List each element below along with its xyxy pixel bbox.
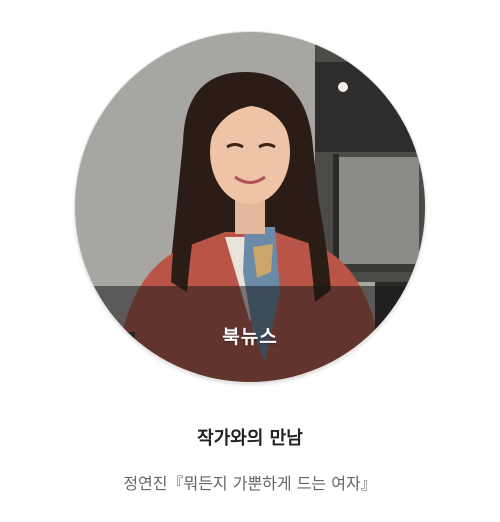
window-glass — [337, 157, 419, 267]
author-photo-thumbnail[interactable]: 북뉴스 — [75, 32, 425, 382]
book-news-card[interactable]: 북뉴스 작가와의 만남 정연진『뭐든지 가뿐하게 드는 여자』 — [0, 0, 500, 522]
ceiling-light — [338, 82, 348, 92]
card-subtitle[interactable]: 정연진『뭐든지 가뿐하게 드는 여자』 — [0, 470, 500, 494]
ceiling-dark — [315, 62, 425, 152]
category-badge: 북뉴스 — [222, 326, 278, 348]
card-title[interactable]: 작가와의 만남 — [0, 424, 500, 450]
